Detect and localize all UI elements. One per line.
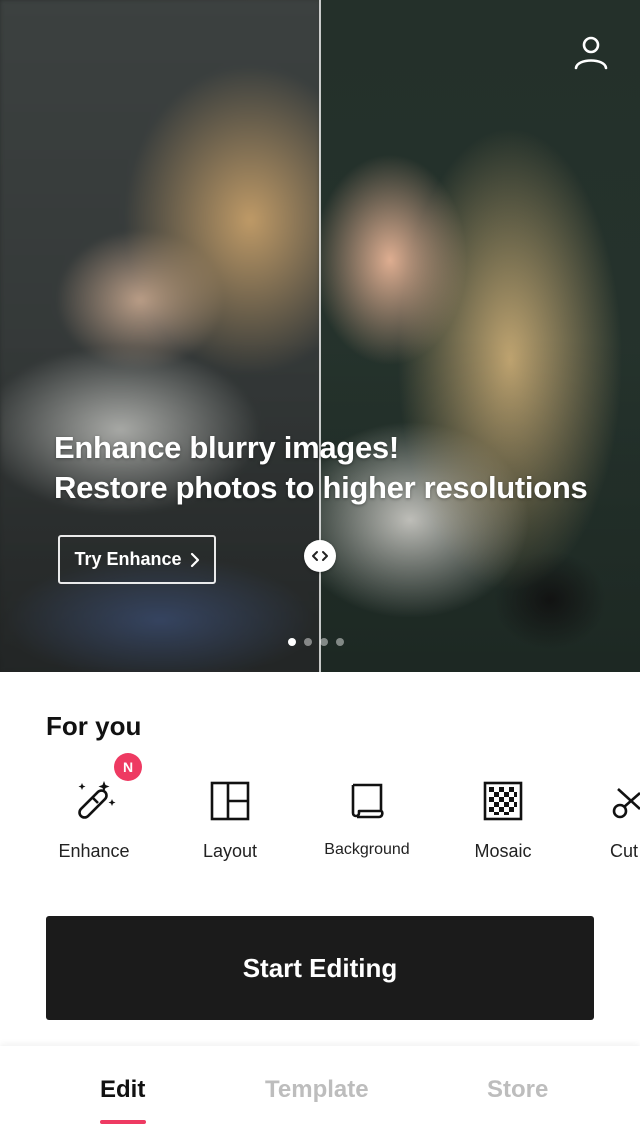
tool-background[interactable]: Background — [307, 768, 427, 859]
tool-mosaic-label: Mosaic — [474, 841, 532, 861]
for-you-title: For you — [46, 711, 142, 741]
scissors-icon — [612, 788, 640, 819]
active-tab-indicator — [100, 1120, 146, 1124]
carousel-dot-2[interactable] — [304, 638, 312, 646]
chevron-right-icon — [190, 552, 199, 567]
carousel-dot-1[interactable] — [288, 638, 296, 646]
magic-wand-icon — [78, 781, 116, 819]
tab-store[interactable]: Store — [487, 1076, 548, 1104]
mosaic-icon — [483, 781, 523, 821]
carousel-indicator — [288, 638, 344, 646]
tool-cut[interactable]: Cut — [580, 768, 640, 862]
try-enhance-button[interactable]: Try Enhance — [58, 535, 216, 584]
tool-enhance-label: Enhance — [58, 841, 130, 861]
left-right-arrows-icon — [312, 551, 328, 561]
tools-row: Enhance Layout Background Mosaic Cut — [0, 768, 640, 878]
background-icon — [351, 783, 384, 819]
hero-headline: Enhance blurry images! Restore photos to… — [54, 428, 614, 508]
layout-icon — [210, 781, 250, 821]
tool-cut-label: Cut — [610, 841, 639, 861]
person-icon — [574, 36, 608, 70]
profile-button[interactable] — [566, 30, 616, 74]
start-editing-button[interactable]: Start Editing — [46, 916, 594, 1020]
hero-title-line2: Restore photos to higher resolutions — [54, 470, 588, 505]
hero-title-line1: Enhance blurry images! — [54, 430, 399, 465]
new-badge: N — [114, 753, 142, 781]
tool-layout[interactable]: Layout — [170, 768, 290, 862]
tool-layout-label: Layout — [202, 841, 258, 861]
carousel-dot-3[interactable] — [320, 638, 328, 646]
carousel-dot-4[interactable] — [336, 638, 344, 646]
compare-slider-handle[interactable] — [304, 540, 336, 572]
tool-enhance[interactable]: Enhance — [34, 768, 154, 862]
tool-mosaic[interactable]: Mosaic — [443, 768, 563, 862]
hero-banner[interactable]: Enhance blurry images! Restore photos to… — [0, 0, 640, 672]
tab-edit[interactable]: Edit — [100, 1076, 145, 1104]
tab-template[interactable]: Template — [265, 1076, 369, 1104]
try-enhance-label: Try Enhance — [74, 549, 182, 569]
bottom-tab-bar: Edit Template Store — [0, 1046, 640, 1138]
tool-background-label: Background — [324, 841, 410, 858]
